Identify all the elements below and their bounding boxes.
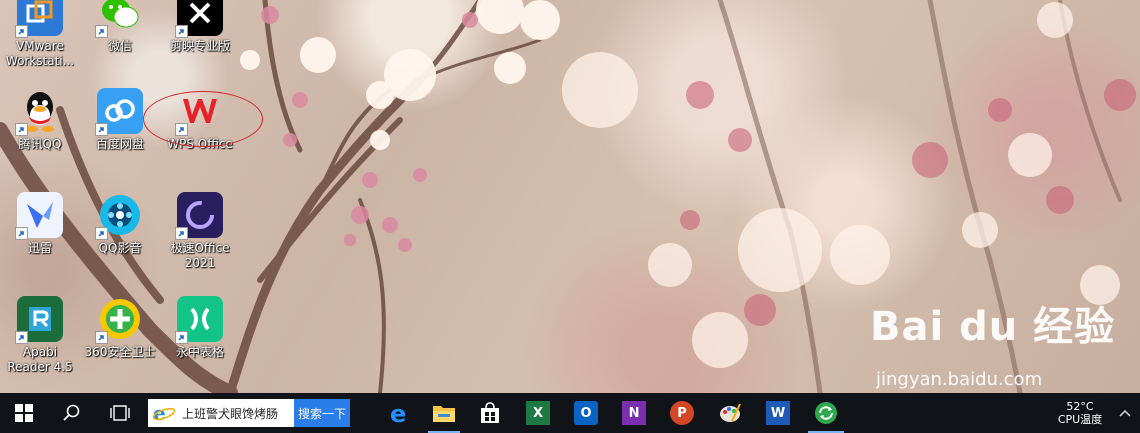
shortcut-arrow-icon xyxy=(15,227,28,240)
shortcut-arrow-icon xyxy=(175,331,188,344)
desktop-icon-label: 迅雷 xyxy=(27,241,52,255)
yozo-sheet-icon xyxy=(175,296,223,344)
svg-text:e: e xyxy=(390,401,406,425)
qq-player-icon xyxy=(95,192,143,240)
edge-icon: e xyxy=(390,401,406,425)
ie-icon: e xyxy=(152,403,176,423)
desktop-icon-wechat[interactable]: 微信 xyxy=(80,0,160,90)
desktop-icon-vmware[interactable]: VMware Workstati... xyxy=(0,0,80,90)
watermark-url: jingyan.baidu.com xyxy=(876,369,1043,390)
store-icon xyxy=(481,402,500,423)
jianying-icon xyxy=(175,0,223,38)
cpu-temperature-label: CPU温度 xyxy=(1057,413,1103,426)
powerpoint-icon: P xyxy=(670,401,695,425)
cpu-temperature-value: 52°C xyxy=(1066,400,1094,413)
shortcut-arrow-icon xyxy=(15,331,28,344)
outlook-icon: O xyxy=(574,401,599,425)
tray-overflow-button[interactable] xyxy=(1110,406,1140,420)
shortcut-arrow-icon xyxy=(175,25,188,38)
shortcut-arrow-icon xyxy=(95,227,108,240)
desktop-icon-label: 360安全卫士 xyxy=(84,345,156,359)
taskbar-app-refresh[interactable] xyxy=(802,393,850,433)
watermark-brand: Bai du 经验 xyxy=(870,304,1116,350)
taskbar-search-text: 上班警犬眼馋烤肠 xyxy=(182,406,279,421)
desktop-icon-label: 腾讯QQ xyxy=(18,137,62,151)
file-explorer-icon xyxy=(433,406,456,422)
search-submit-button[interactable]: 搜索一下 xyxy=(294,399,351,427)
desktop-icon-360-safe[interactable]: 360安全卫士 xyxy=(80,296,160,396)
paint-icon xyxy=(720,403,741,422)
360-safe-icon xyxy=(95,296,143,344)
desktop-icon-label: 微信 xyxy=(107,39,132,53)
task-view-button[interactable] xyxy=(96,393,144,433)
taskbar-app-file-explorer[interactable] xyxy=(422,393,466,433)
qq-icon xyxy=(15,88,63,136)
chevron-up-icon xyxy=(1119,409,1131,417)
cpu-temperature[interactable]: 52°C CPU温度 xyxy=(1050,400,1110,426)
desktop-icon-baidu-netdisk[interactable]: 百度网盘 xyxy=(80,88,160,188)
shortcut-arrow-icon xyxy=(95,123,108,136)
taskbar-app-edge[interactable]: e xyxy=(378,393,422,433)
desktop-icon-jisu-office[interactable]: 极速Office 2021 xyxy=(160,192,240,292)
taskbar-app-word[interactable]: W xyxy=(754,393,802,433)
taskbar-search-box: e 上班警犬眼馋烤肠 搜索一下 xyxy=(148,399,351,427)
windows-logo-icon xyxy=(15,404,33,422)
shortcut-arrow-icon xyxy=(95,25,108,38)
refresh-app-icon xyxy=(815,402,838,424)
desktop-icon-jianying[interactable]: 剪映专业版 xyxy=(160,0,240,90)
desktop-icon-label: 极速Office 2021 xyxy=(170,241,230,270)
start-button[interactable] xyxy=(0,393,48,433)
search-icon xyxy=(63,404,80,421)
shortcut-arrow-icon xyxy=(15,123,28,136)
taskbar: e 上班警犬眼馋烤肠 搜索一下 e X O N P W 52°C CPU温度 xyxy=(0,393,1140,433)
desktop-icons: VMware Workstati... 微信 剪映专业版 腾讯QQ 百度网盘 W… xyxy=(0,0,260,393)
baidu-jingyan-watermark: Bai du 经验 jingyan.baidu.com xyxy=(870,305,1115,390)
taskbar-app-store[interactable] xyxy=(466,393,514,433)
onenote-icon: N xyxy=(622,401,647,425)
word-icon: W xyxy=(766,401,791,425)
taskbar-app-outlook[interactable]: O xyxy=(562,393,610,433)
taskbar-app-powerpoint[interactable]: P xyxy=(658,393,706,433)
desktop-icon-qq-player[interactable]: QQ影音 xyxy=(80,192,160,292)
system-tray: 52°C CPU温度 xyxy=(1050,393,1140,433)
svg-text:e: e xyxy=(153,403,166,423)
taskbar-app-paint[interactable] xyxy=(706,393,754,433)
desktop-icon-label: 永中表格 xyxy=(175,345,224,359)
desktop-icon-label: QQ影音 xyxy=(98,241,142,255)
desktop-icon-qq[interactable]: 腾讯QQ xyxy=(0,88,80,188)
desktop-icon-apabi-reader[interactable]: Apabi Reader 4.5 xyxy=(0,296,80,396)
taskbar-app-onenote[interactable]: N xyxy=(610,393,658,433)
task-view-icon xyxy=(110,405,130,421)
shortcut-arrow-icon xyxy=(175,227,188,240)
search-button[interactable] xyxy=(48,393,96,433)
vmware-icon xyxy=(15,0,63,38)
jisu-office-icon xyxy=(175,192,223,240)
annotation-circle xyxy=(143,91,263,147)
desktop-icon-label: 百度网盘 xyxy=(95,137,144,151)
desktop-icon-label: VMware Workstati... xyxy=(5,39,75,68)
desktop-icon-xunlei[interactable]: 迅雷 xyxy=(0,192,80,292)
shortcut-arrow-icon xyxy=(95,331,108,344)
baidu-netdisk-icon xyxy=(95,88,143,136)
desktop-icon-label: 剪映专业版 xyxy=(169,39,230,53)
taskbar-search-input[interactable]: e 上班警犬眼馋烤肠 xyxy=(148,399,294,427)
xunlei-icon xyxy=(15,192,63,240)
excel-icon: X xyxy=(526,401,551,425)
desktop-icon-label: Apabi Reader 4.5 xyxy=(7,345,73,374)
apabi-reader-icon xyxy=(15,296,63,344)
taskbar-app-excel[interactable]: X xyxy=(514,393,562,433)
shortcut-arrow-icon xyxy=(15,25,28,38)
desktop-icon-yozo-sheet[interactable]: 永中表格 xyxy=(160,296,240,396)
wechat-icon xyxy=(95,0,143,38)
